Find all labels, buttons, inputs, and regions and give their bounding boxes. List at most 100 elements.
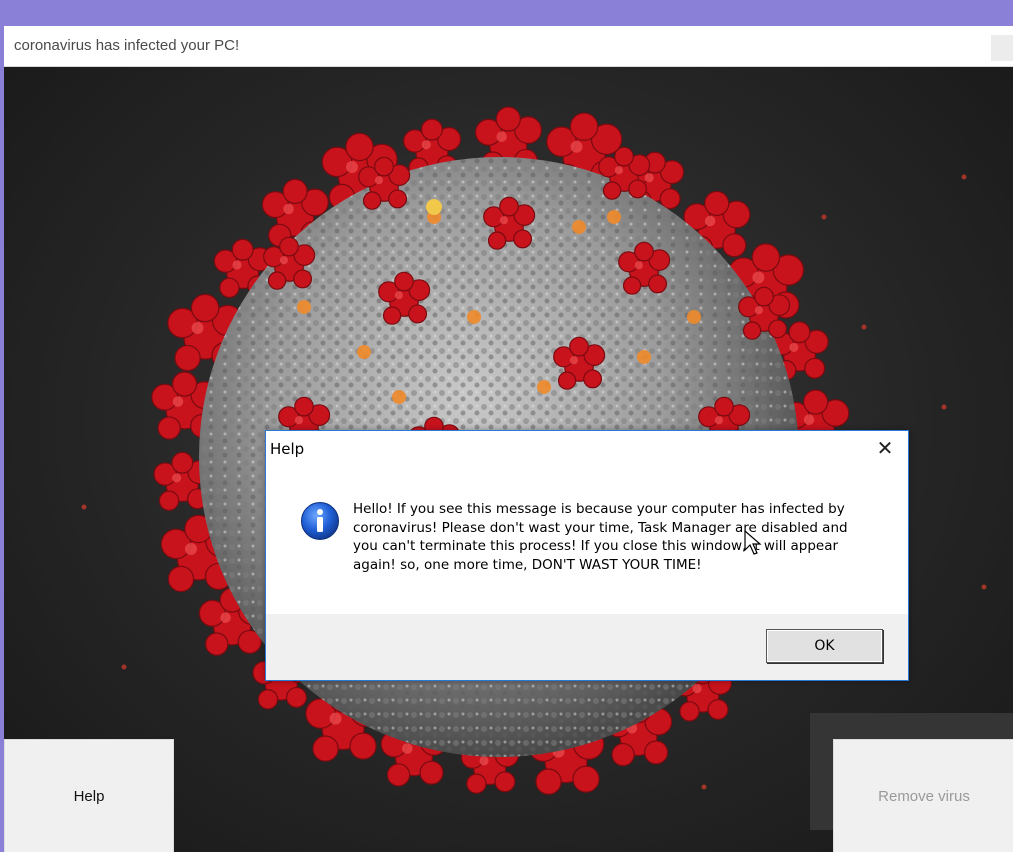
spike-outer: [386, 763, 411, 787]
spike-inner: [294, 396, 314, 417]
virus-particle: [607, 210, 621, 224]
spike-inner-highlight: [754, 306, 763, 315]
spike-outer: [157, 416, 181, 440]
spike-inner: [569, 336, 589, 357]
spike-outer-highlight: [803, 414, 815, 425]
spike-outer: [174, 344, 201, 372]
spike-outer: [535, 768, 562, 795]
spike-outer: [158, 490, 180, 511]
spike-inner: [742, 321, 762, 340]
spike-outer-highlight: [345, 160, 358, 173]
background-speck: [701, 784, 707, 790]
spike-inner: [614, 146, 634, 167]
spike-inner: [374, 156, 394, 177]
spike-outer-highlight: [644, 173, 654, 183]
spike-outer: [190, 293, 220, 323]
spike-outer-highlight: [329, 712, 342, 725]
spike-outer-highlight: [421, 140, 431, 150]
spike-outer-highlight: [704, 215, 716, 227]
spike-inner: [714, 396, 734, 417]
spike-outer-highlight: [402, 743, 413, 754]
virus-particle: [537, 380, 551, 394]
spike-outer: [349, 732, 377, 760]
spike-outer: [644, 740, 669, 765]
spike-outer-highlight: [789, 342, 799, 352]
spike-inner-highlight: [714, 416, 723, 425]
spike-outer: [420, 118, 443, 141]
spike-inner: [362, 191, 382, 210]
spike-inner: [628, 179, 648, 199]
spike-inner: [394, 271, 414, 292]
spike-inner: [557, 371, 577, 390]
background-speck: [861, 324, 867, 330]
virus-particle: [297, 300, 311, 314]
spike-outer: [167, 565, 195, 593]
spike-inner: [754, 286, 774, 307]
spike-inner: [293, 269, 313, 289]
spike-inner-highlight: [634, 261, 643, 270]
spike-inner: [648, 274, 668, 294]
spike-outer-highlight: [220, 612, 231, 623]
spike-outer: [751, 243, 781, 272]
spike-inner: [513, 229, 533, 249]
spike-inner: [388, 189, 408, 209]
spike-outer-highlight: [496, 131, 507, 142]
info-icon: [300, 501, 340, 541]
spike-outer-highlight: [570, 140, 583, 153]
spike-outer-highlight: [752, 271, 765, 284]
spike-outer-highlight: [185, 542, 198, 555]
spike-outer: [466, 773, 487, 794]
background-speck: [961, 174, 967, 180]
spike-outer: [495, 106, 521, 132]
help-button[interactable]: Help: [4, 739, 174, 852]
spike-inner: [583, 369, 603, 389]
spike-outer: [569, 112, 599, 141]
background-speck: [941, 404, 947, 410]
spike-inner-highlight: [499, 216, 508, 225]
virus-particle: [467, 310, 481, 324]
virus-particle: [357, 345, 371, 359]
spike-outer: [282, 178, 308, 205]
spike-outer: [707, 698, 729, 720]
spike-outer: [659, 188, 681, 210]
dialog-title: Help: [270, 440, 305, 458]
spike-outer: [419, 760, 444, 785]
spike-outer: [804, 357, 826, 379]
spike-outer-highlight: [172, 473, 182, 483]
spike-outer: [257, 689, 279, 710]
spike-outer: [722, 233, 747, 258]
spike-inner-highlight: [394, 291, 403, 300]
dialog-message: Hello! If you see this message is becaus…: [353, 501, 848, 573]
app-titlebar[interactable]: coronavirus has infected your PC!: [4, 26, 1013, 67]
spike-inner: [487, 231, 507, 250]
spike-outer: [231, 238, 254, 261]
virus-particle: [637, 350, 651, 364]
mouse-cursor-icon: [744, 530, 762, 555]
close-icon[interactable]: ✕: [872, 435, 898, 461]
spike-outer-highlight: [692, 684, 702, 694]
spike-outer: [219, 277, 240, 298]
spike-outer: [345, 132, 374, 162]
spike-outer: [285, 686, 307, 708]
spike-inner: [382, 306, 402, 325]
spike-outer: [171, 371, 198, 397]
remove-virus-button[interactable]: Remove virus: [833, 739, 1013, 852]
virus-particle: [572, 220, 586, 234]
spike-inner: [279, 236, 299, 257]
spike-inner: [602, 181, 622, 200]
background-speck: [121, 664, 127, 670]
spike-outer-highlight: [191, 322, 204, 335]
spike-outer: [205, 632, 229, 656]
spike-outer-highlight: [232, 260, 242, 270]
spike-inner: [408, 304, 428, 324]
spike-outer: [679, 701, 700, 722]
spike-inner: [768, 319, 788, 339]
ok-button[interactable]: OK: [766, 629, 883, 663]
spike-outer: [611, 742, 635, 767]
app-close-button[interactable]: [991, 35, 1013, 61]
virus-particle: [687, 310, 701, 324]
background-speck: [81, 504, 87, 510]
background-speck: [821, 214, 827, 220]
spike-inner-highlight: [374, 176, 383, 185]
spike-inner: [499, 196, 519, 217]
